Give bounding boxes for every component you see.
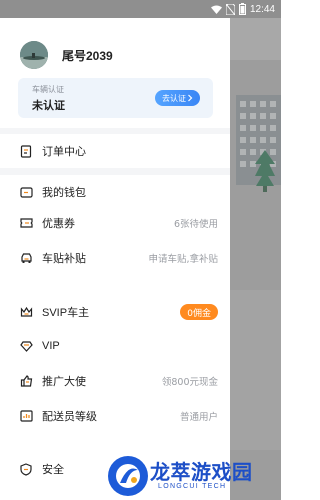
menu-item-orders[interactable]: 订单中心: [0, 134, 230, 168]
menu-label-vip: VIP: [42, 340, 60, 352]
menu-label-promoter: 推广大使: [42, 376, 86, 388]
courier-level-value: 普通用户: [179, 412, 218, 423]
coupons-count: 6张待使用: [173, 219, 218, 230]
diamond-icon: [19, 339, 33, 353]
battery-icon: [238, 3, 246, 15]
menu-group-wallet: 我的钱包 优惠券 6张待使用 车贴补贴 申请车贴,拿补贴: [0, 175, 230, 301]
tree-icon: [255, 150, 275, 192]
menu-item-wallet[interactable]: 我的钱包: [0, 175, 230, 209]
no-sim-icon: [225, 3, 235, 15]
watermark-logo: [108, 456, 148, 496]
thumbs-up-icon: [19, 374, 33, 388]
background-content: [230, 290, 281, 450]
certify-button[interactable]: 去认证: [155, 90, 200, 106]
commission-badge: 0佣金: [180, 304, 218, 320]
background-header: [230, 18, 281, 60]
watermark-subtitle: LONGCUI TECH: [158, 483, 227, 490]
menu-group-membership: SVIP车主 0佣金 VIP 推广大使 领800元现金 配送员等级 普通用户: [0, 295, 230, 455]
menu-item-promoter[interactable]: 推广大使 领800元现金: [0, 364, 230, 398]
menu-label-courier-level: 配送员等级: [42, 411, 97, 423]
sticker-hint: 申请车贴,拿补贴: [148, 254, 218, 265]
wallet-icon: [19, 185, 33, 199]
status-time: 12:44: [249, 3, 275, 15]
menu-label-orders: 订单中心: [42, 146, 86, 158]
menu-label-sticker: 车贴补贴: [42, 253, 86, 265]
car-icon: [19, 251, 33, 265]
order-doc-icon: [19, 144, 33, 158]
menu-label-wallet: 我的钱包: [42, 187, 86, 199]
watermark-title: 龙萃游戏园: [150, 460, 253, 484]
certification-status: 未认证: [32, 99, 65, 112]
menu-item-sticker-subsidy[interactable]: 车贴补贴 申请车贴,拿补贴: [0, 241, 230, 275]
coupon-icon: [19, 216, 33, 230]
menu-item-vip[interactable]: VIP: [0, 329, 230, 363]
watermark: 龙萃游戏园 LONGCUI TECH: [108, 452, 281, 500]
avatar[interactable]: [20, 41, 48, 69]
promoter-reward: 领800元现金: [161, 377, 218, 388]
status-bar: 12:44: [0, 0, 281, 18]
username[interactable]: 尾号2039: [62, 47, 113, 64]
certification-label: 车辆认证: [32, 85, 64, 94]
menu-item-courier-level[interactable]: 配送员等级 普通用户: [0, 399, 230, 433]
wifi-icon: [210, 5, 222, 14]
menu-label-svip: SVIP车主: [42, 307, 90, 319]
menu-item-svip[interactable]: SVIP车主 0佣金: [0, 295, 230, 329]
menu-group-orders: 订单中心: [0, 134, 230, 168]
vehicle-certification-card[interactable]: 车辆认证 未认证 去认证: [18, 78, 213, 118]
chevron-right-icon: [188, 94, 193, 102]
side-drawer: 尾号2039 车辆认证 未认证 去认证 订单中心 我的钱包 优惠券 6张待使用 …: [0, 18, 230, 500]
certify-button-label: 去认证: [162, 93, 186, 103]
menu-label-coupons: 优惠券: [42, 218, 75, 230]
bar-chart-icon: [19, 409, 33, 423]
menu-item-coupons[interactable]: 优惠券 6张待使用: [0, 206, 230, 240]
crown-icon: [19, 305, 33, 319]
profile-header: 尾号2039 车辆认证 未认证 去认证: [0, 18, 230, 128]
shield-icon: [19, 462, 33, 476]
menu-label-safety: 安全: [42, 464, 64, 476]
